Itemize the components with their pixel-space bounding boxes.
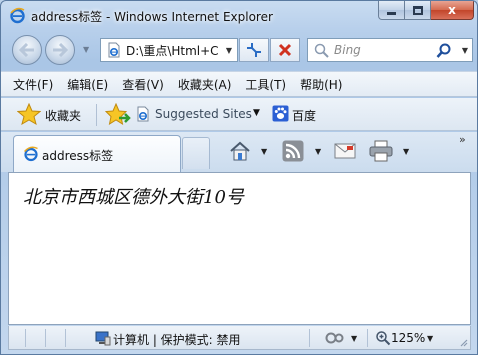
menu-file[interactable]: 文件(F) <box>13 76 53 93</box>
print-dropdown[interactable]: ▼ <box>403 147 409 156</box>
tab-row: address标签 ▼ ▼ ▼ » <box>1 132 477 172</box>
address-row: ▼ D:\重点\Html+C ▼ Bing ▼ <box>1 31 477 69</box>
new-tab-button[interactable] <box>182 137 210 169</box>
security-settings-icon[interactable] <box>325 330 347 346</box>
read-mail-icon[interactable] <box>334 142 356 160</box>
history-dropdown[interactable]: ▼ <box>83 45 89 54</box>
ie-page-icon <box>23 146 38 162</box>
forward-button[interactable] <box>45 35 75 65</box>
feeds-dropdown[interactable]: ▼ <box>315 147 321 156</box>
tab-label: address标签 <box>42 149 114 163</box>
stop-icon <box>278 43 292 57</box>
menu-favorites[interactable]: 收藏夹(A) <box>178 76 232 93</box>
close-icon: x <box>448 3 456 17</box>
minimize-icon <box>387 11 396 15</box>
baidu-paw-icon <box>272 105 289 122</box>
window-controls: x <box>378 1 474 21</box>
page-icon <box>108 42 120 58</box>
back-arrow-icon <box>19 43 34 57</box>
maximize-button[interactable] <box>405 1 431 20</box>
home-dropdown[interactable]: ▼ <box>261 147 267 156</box>
separator <box>25 329 26 347</box>
title-bar: address标签 - Windows Internet Explorer x <box>1 1 477 31</box>
refresh-button[interactable] <box>239 38 269 62</box>
menu-help[interactable]: 帮助(H) <box>300 76 342 93</box>
back-button[interactable] <box>12 35 42 65</box>
separator <box>45 329 46 347</box>
address-url: D:\重点\Html+C <box>126 43 219 58</box>
stop-button[interactable] <box>270 38 300 62</box>
separator <box>367 329 368 347</box>
security-zone-text[interactable]: 计算机 | 保护模式: 禁用 <box>113 331 241 348</box>
zoom-dropdown[interactable]: ▼ <box>427 334 433 343</box>
add-to-favorites-icon[interactable] <box>105 103 131 125</box>
status-bar: 计算机 | 保护模式: 禁用 ▼ 125% ▼ <box>8 326 471 350</box>
page-content: 北京市西城区德外大街10号 <box>8 172 471 325</box>
menu-bar: 文件(F) 编辑(E) 查看(V) 收藏夹(A) 工具(T) 帮助(H) <box>1 71 477 97</box>
separator <box>65 329 66 347</box>
zoom-icon[interactable] <box>375 330 391 346</box>
security-dropdown[interactable]: ▼ <box>351 334 357 343</box>
suggested-sites-icon <box>137 106 149 122</box>
favorites-star-icon[interactable] <box>17 103 41 125</box>
address-text: 北京市西城区德外大街10号 <box>23 187 244 208</box>
home-icon[interactable] <box>229 140 251 162</box>
separator <box>96 104 97 126</box>
search-options-dropdown[interactable]: ▼ <box>462 46 468 55</box>
close-button[interactable]: x <box>431 1 474 20</box>
computer-zone-icon <box>95 331 111 346</box>
menu-view[interactable]: 查看(V) <box>122 76 164 93</box>
suggested-sites-link[interactable]: Suggested Sites <box>155 107 252 121</box>
favorites-button[interactable]: 收藏夹 <box>45 107 81 124</box>
address-field[interactable]: D:\重点\Html+C ▼ <box>100 38 238 62</box>
rss-feed-icon[interactable] <box>282 140 304 162</box>
minimize-button[interactable] <box>378 1 405 20</box>
separator <box>309 329 310 347</box>
favorites-bar: 收藏夹 Suggested Sites ▼ 百度 <box>1 98 477 131</box>
refresh-icon <box>247 43 261 57</box>
menu-edit[interactable]: 编辑(E) <box>67 76 108 93</box>
ie-window: address标签 - Windows Internet Explorer x … <box>0 0 478 355</box>
tab-address[interactable]: address标签 <box>13 135 181 172</box>
more-commands-chevron[interactable]: » <box>459 133 466 146</box>
search-field[interactable]: Bing ▼ <box>307 38 473 62</box>
ie-logo-icon <box>10 7 25 24</box>
menu-tools[interactable]: 工具(T) <box>245 76 286 93</box>
print-icon[interactable] <box>368 140 394 162</box>
suggested-sites-dropdown[interactable]: ▼ <box>253 108 260 118</box>
address-dropdown-icon[interactable]: ▼ <box>226 46 232 55</box>
search-provider-icon <box>314 43 329 58</box>
search-icon[interactable] <box>436 43 452 59</box>
window-title: address标签 - Windows Internet Explorer <box>31 10 273 24</box>
zoom-level[interactable]: 125% <box>391 331 425 345</box>
resize-grip-icon[interactable] <box>458 337 468 347</box>
maximize-icon <box>412 5 423 15</box>
forward-arrow-icon <box>53 43 68 57</box>
baidu-link[interactable]: 百度 <box>292 107 316 124</box>
